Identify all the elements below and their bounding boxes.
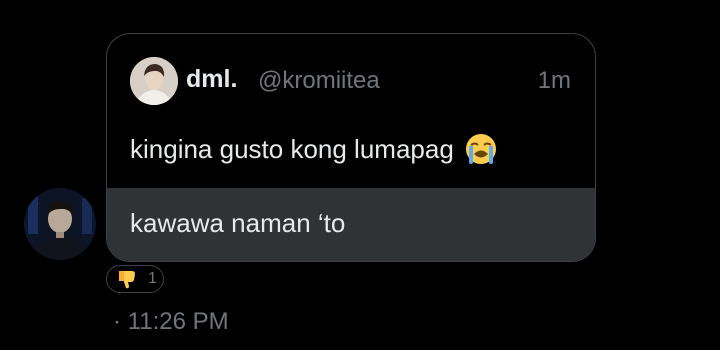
- message-timestamp: · 11:26 PM: [113, 308, 229, 335]
- quoted-tweet-avatar-image: [130, 57, 178, 105]
- sender-avatar[interactable]: [24, 188, 96, 260]
- sender-avatar-image: [24, 188, 96, 260]
- thumbs-down-emoji-icon: [119, 271, 135, 289]
- quoted-tweet-text: kingina gusto kong lumapag: [130, 133, 454, 164]
- quoted-tweet-time[interactable]: 1m: [538, 67, 571, 95]
- quoted-tweet-avatar[interactable]: [130, 57, 178, 105]
- quoted-tweet-text-row: kingina gusto kong lumapag: [130, 132, 498, 166]
- quoted-tweet-card[interactable]: dml. @kromiitea 1m kingina gusto kong lu…: [107, 34, 595, 188]
- message-body[interactable]: kawawa naman ‘to: [107, 188, 595, 261]
- message-bubble[interactable]: dml. @kromiitea 1m kingina gusto kong lu…: [106, 33, 596, 262]
- loudly-crying-face-emoji-icon: [465, 134, 496, 164]
- reaction-count: 1: [148, 270, 157, 287]
- quoted-tweet-handle[interactable]: @kromiitea: [258, 67, 380, 95]
- reaction-chip[interactable]: 1: [106, 265, 164, 293]
- quoted-tweet-display-name[interactable]: dml.: [186, 65, 237, 94]
- message-text: kawawa naman ‘to: [130, 208, 346, 238]
